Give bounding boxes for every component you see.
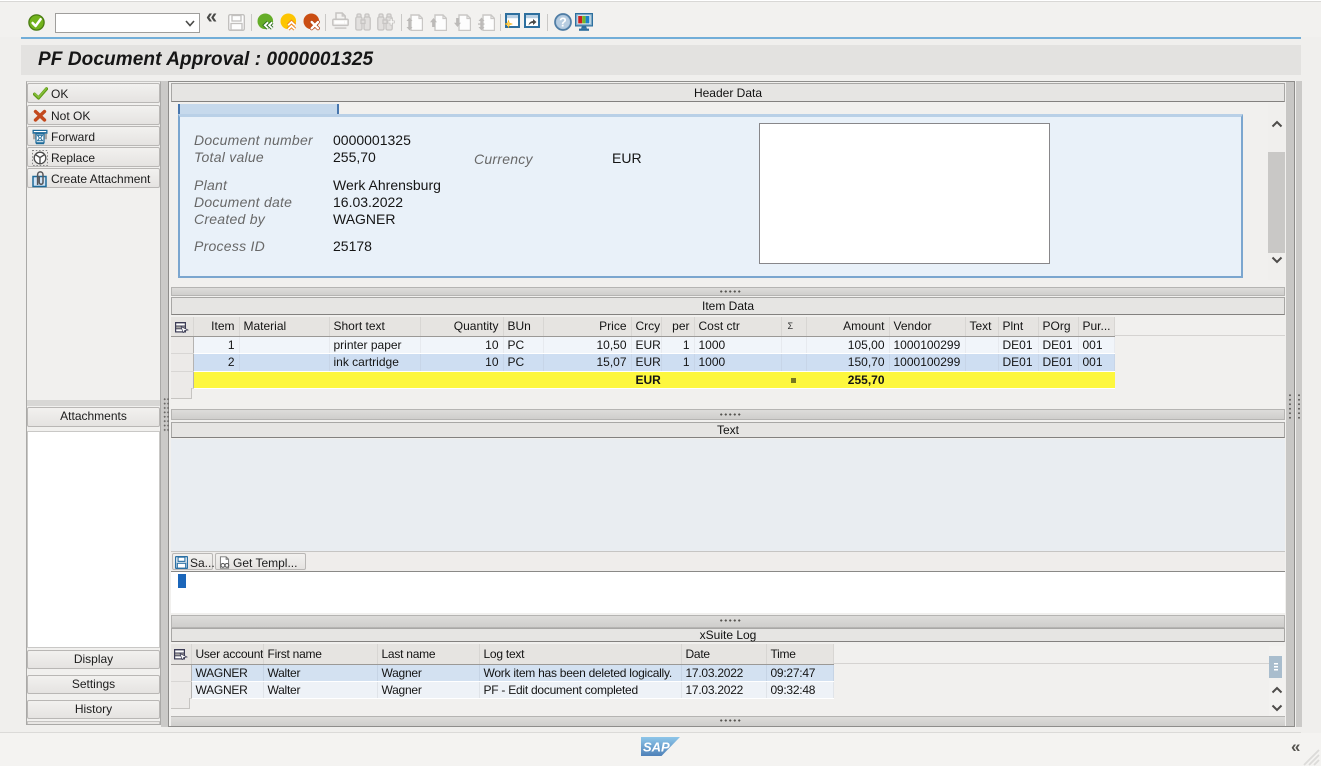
svg-text:SAP: SAP — [643, 740, 670, 755]
svg-text:?: ? — [559, 16, 567, 30]
